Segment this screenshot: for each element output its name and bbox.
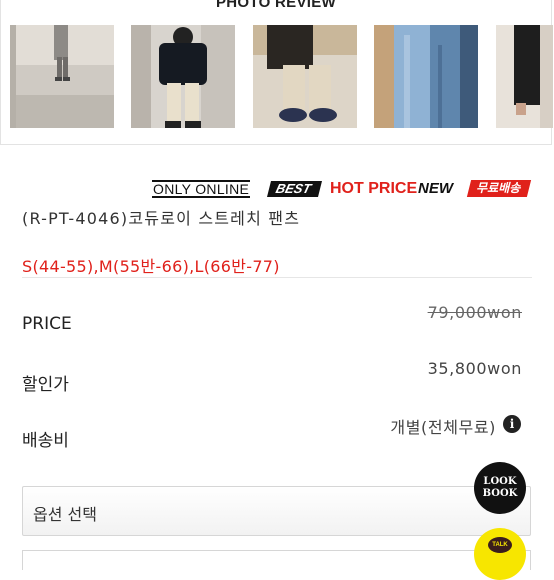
review-photo-2[interactable] (131, 25, 235, 128)
product-name: (R-PT-4046)코듀로이 스트레치 팬츠 (22, 209, 301, 228)
free-shipping-badge: 무료배송 (466, 180, 532, 197)
discount-label: 할인가 (22, 375, 69, 395)
photo-review-title: PHOTO REVIEW (215, 0, 336, 11)
new-badge: NEW (418, 180, 453, 197)
best-badge: BEST (267, 181, 322, 197)
review-photo-3[interactable] (253, 25, 357, 128)
review-photo-1[interactable] (10, 25, 114, 128)
review-photo-5[interactable] (496, 25, 553, 128)
review-photo-4[interactable] (374, 25, 478, 128)
lookbook-line1: LOOK (483, 476, 517, 487)
hot-price-badge: HOT PRICE (330, 180, 418, 197)
original-price: 79,000won (427, 303, 522, 322)
option-select[interactable]: 옵션 선택 (22, 486, 531, 536)
price-label: PRICE (22, 314, 72, 334)
shipping-value: 개별(전체무료) (390, 418, 496, 437)
divider (22, 277, 532, 278)
info-icon[interactable]: i (503, 415, 521, 433)
shipping-label: 배송비 (22, 431, 69, 451)
product-sizes: S(44-55),M(55반-66),L(66반-77) (22, 257, 280, 276)
photo-review-section: PHOTO REVIEW (0, 0, 553, 145)
lookbook-button[interactable]: LOOK BOOK (474, 462, 526, 514)
kakao-talk-button[interactable]: TALK (474, 528, 526, 580)
discount-price: 35,800won (427, 359, 522, 378)
only-online-badge: ONLY ONLINE (152, 180, 251, 198)
talk-icon: TALK (488, 537, 512, 553)
lookbook-line2: BOOK (482, 488, 518, 499)
option-select-secondary[interactable] (22, 550, 531, 570)
option-select-label: 옵션 선택 (33, 505, 97, 524)
